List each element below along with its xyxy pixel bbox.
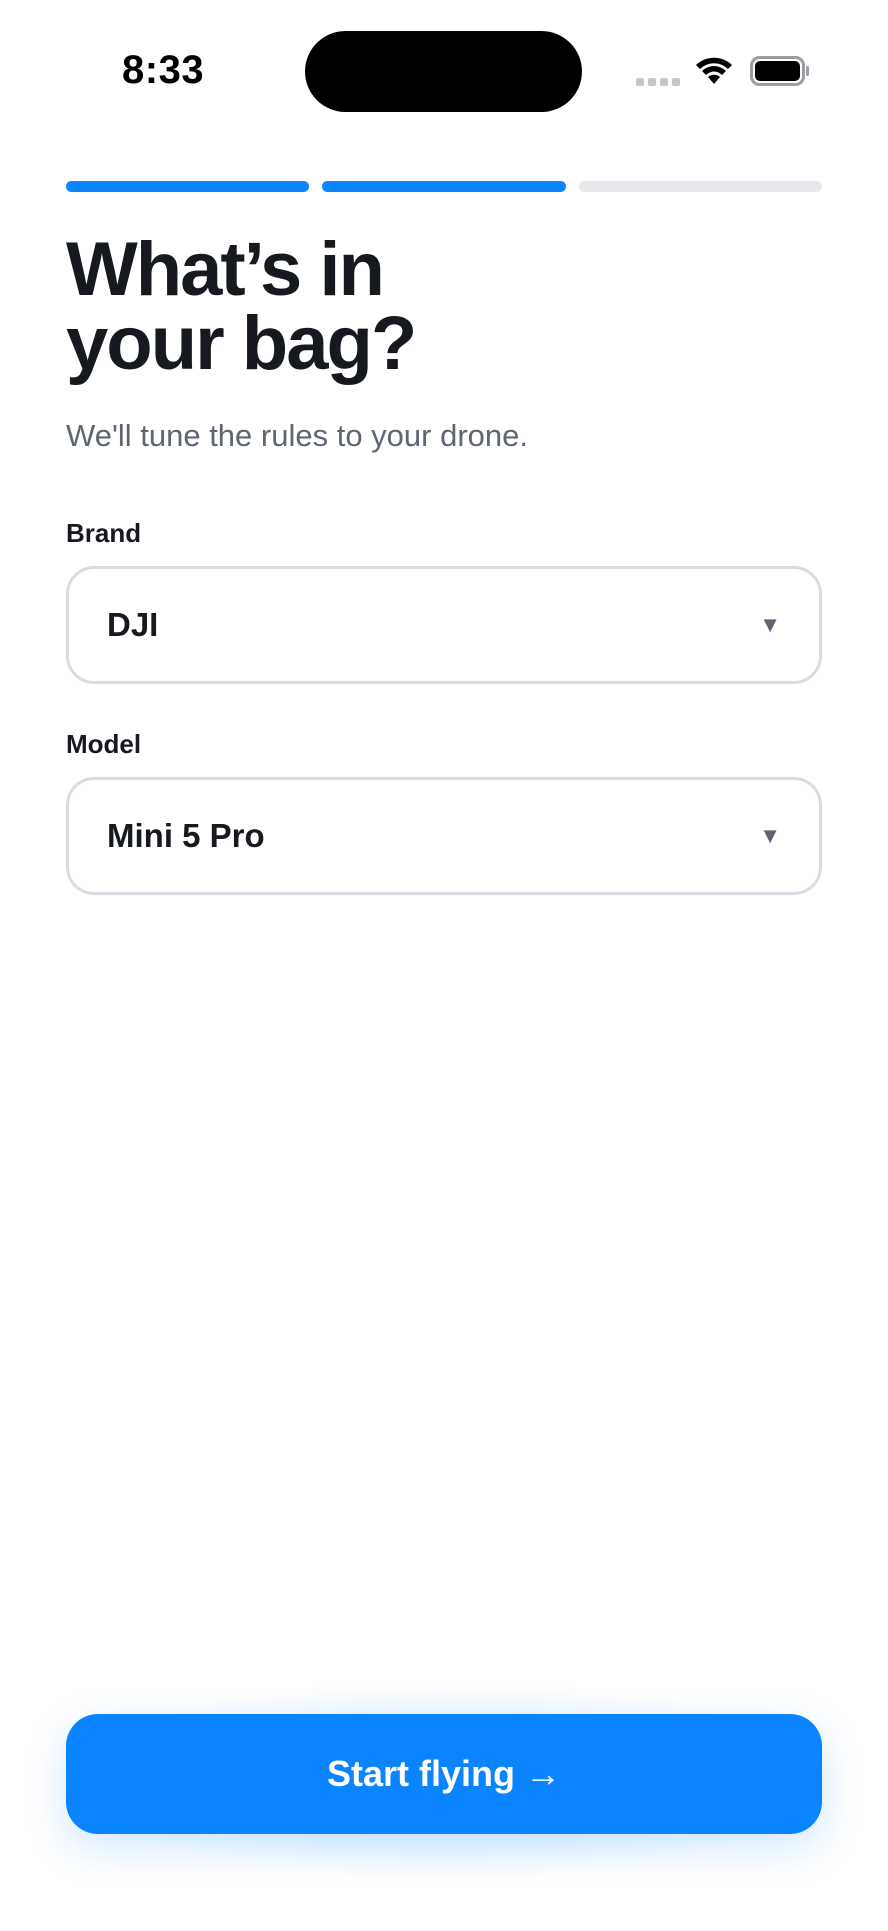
status-time: 8:33: [122, 48, 205, 92]
model-label: Model: [66, 729, 142, 759]
onboarding-progress: [66, 181, 822, 192]
signal-icon: [636, 78, 680, 86]
brand-select[interactable]: DJI ▼: [66, 566, 822, 684]
model-select[interactable]: Mini 5 Pro ▼: [66, 777, 822, 895]
brand-value: DJI: [107, 606, 159, 643]
title-line-2: your bag?: [66, 301, 417, 386]
onboarding-screen: 8:33 What’s in your bag? We'll tune the …: [0, 0, 888, 1931]
wifi-icon: [696, 57, 732, 84]
caret-down-icon: ▼: [759, 612, 781, 637]
progress-step-1: [66, 181, 310, 192]
page-title: What’s in your bag?: [66, 232, 766, 382]
start-flying-button[interactable]: Start flying →: [66, 1714, 822, 1834]
progress-step-2: [322, 181, 566, 192]
battery-icon: [750, 56, 809, 86]
dynamic-island: [305, 31, 582, 112]
caret-down-icon: ▼: [759, 823, 781, 848]
page-subtitle: We'll tune the rules to your drone.: [66, 418, 528, 453]
title-line-1: What’s in: [66, 227, 385, 312]
model-value: Mini 5 Pro: [107, 817, 265, 854]
progress-step-3: [578, 181, 822, 192]
brand-label: Brand: [66, 518, 142, 548]
